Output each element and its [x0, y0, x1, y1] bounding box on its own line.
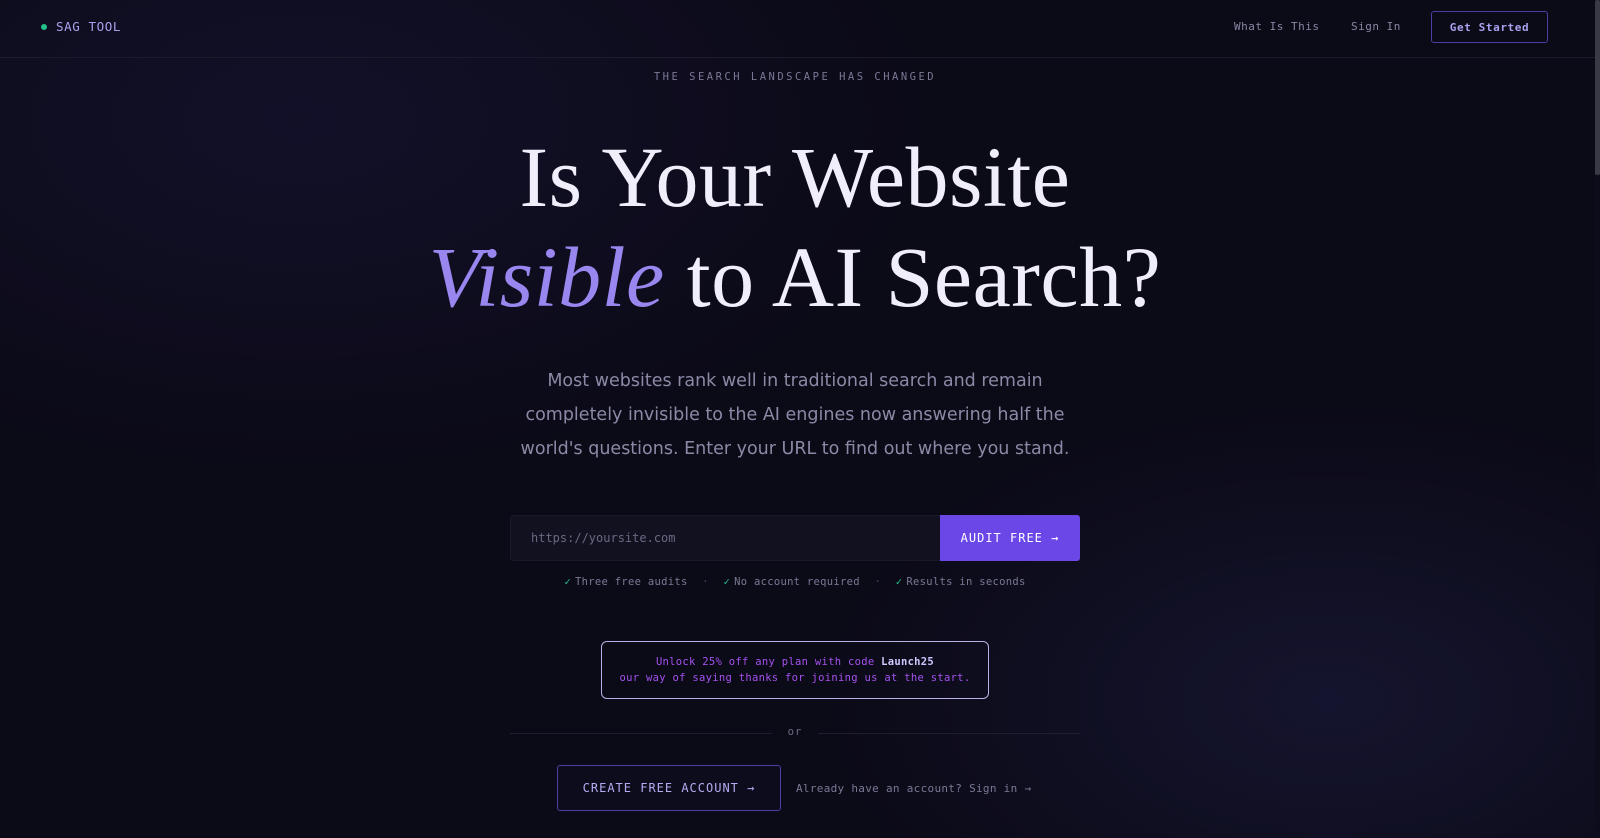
check-icon: ✓	[895, 576, 903, 588]
page-title: Is Your Website Visible to AI Search?	[0, 127, 1590, 327]
perk-item: No account required	[734, 576, 860, 588]
perks-list: ✓ Three free audits · ✓ No account require…	[0, 576, 1590, 588]
create-free-account-button[interactable]: CREATE FREE ACCOUNT →	[557, 765, 781, 811]
divider-line-right	[818, 733, 1080, 734]
get-started-button[interactable]: Get Started	[1431, 11, 1548, 43]
perk-separator: ·	[874, 576, 882, 588]
check-icon: ✓	[564, 576, 572, 588]
promo-line-1: Unlock 25% off any plan with code Launch…	[602, 654, 988, 670]
audit-free-button[interactable]: AUDIT FREE →	[940, 515, 1080, 561]
nav-link-what-is-this[interactable]: What Is This	[1234, 20, 1319, 33]
promo-line-2: our way of saying thanks for joining us …	[619, 672, 971, 684]
headline-line-1: Is Your Website	[519, 129, 1071, 225]
status-dot-icon	[41, 23, 47, 30]
promo-banner: Unlock 25% off any plan with code Launch…	[601, 641, 989, 699]
promo-text: Unlock 25% off any plan with code	[655, 656, 882, 668]
perk-item: Results in seconds	[906, 576, 1026, 588]
headline-line-2: to AI Search?	[664, 229, 1162, 325]
existing-account-sign-in-link[interactable]: Already have an account? Sign in →	[796, 782, 1031, 795]
audit-form: AUDIT FREE →	[510, 515, 1080, 561]
url-input[interactable]	[510, 515, 940, 561]
nav-link-sign-in[interactable]: Sign In	[1351, 20, 1401, 33]
scrollbar-track[interactable]	[1595, 0, 1600, 838]
brand-logo[interactable]: SAG TOOL	[41, 19, 121, 34]
perk-item: Three free audits	[575, 576, 688, 588]
divider-text: or	[787, 726, 803, 738]
or-divider: or	[510, 726, 1080, 740]
eyebrow-text: THE SEARCH LANDSCAPE HAS CHANGED	[653, 71, 937, 83]
promo-code: Launch25	[881, 656, 935, 668]
scrollbar-thumb[interactable]	[1595, 0, 1600, 175]
hero-subhead: Most websites rank well in traditional s…	[520, 371, 1070, 459]
headline-accent: Visible	[428, 229, 665, 325]
perk-separator: ·	[702, 576, 709, 588]
check-icon: ✓	[723, 576, 731, 588]
top-nav: SAG TOOL What Is This Sign In Get Starte…	[0, 0, 1595, 58]
brand-name: SAG TOOL	[56, 19, 122, 34]
